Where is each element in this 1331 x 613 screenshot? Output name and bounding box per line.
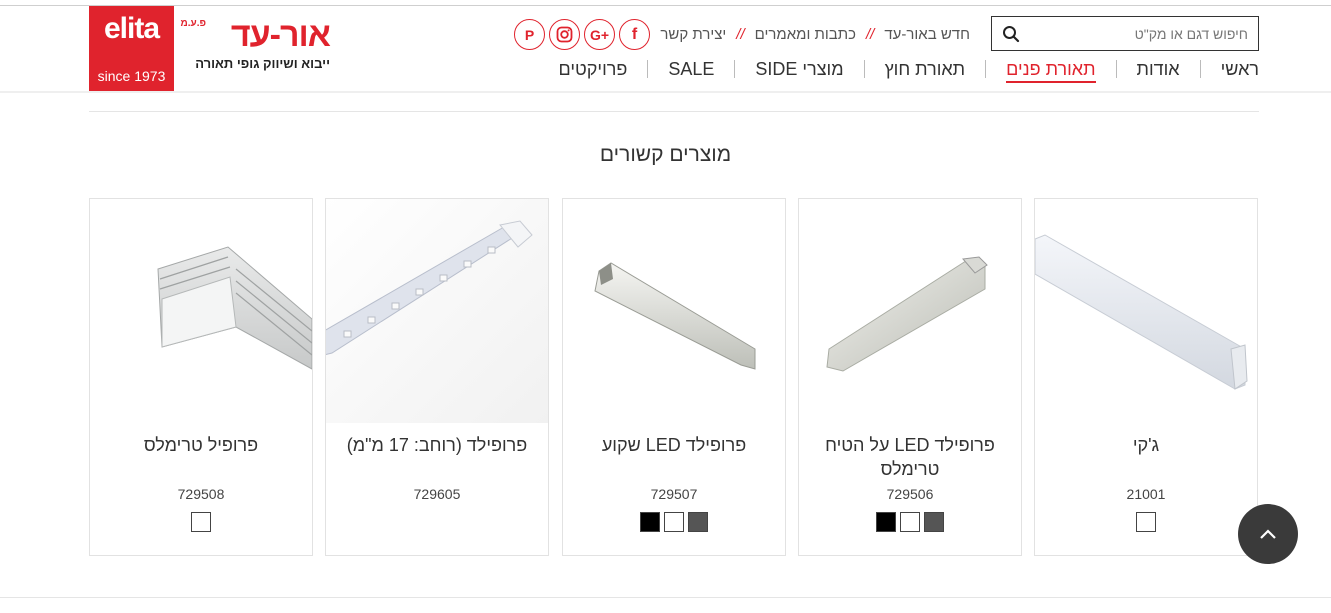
top-link-articles[interactable]: כתבות ומאמרים bbox=[755, 26, 856, 43]
content-divider bbox=[89, 111, 1259, 112]
color-swatch-black[interactable] bbox=[876, 512, 896, 532]
top-links: חדש באור-עד // כתבות ומאמרים // יצירת קש… bbox=[660, 26, 970, 43]
search-input[interactable] bbox=[1028, 17, 1258, 50]
product-image[interactable] bbox=[799, 199, 1021, 423]
product-image[interactable] bbox=[563, 199, 785, 423]
color-swatch-gray[interactable] bbox=[924, 512, 944, 532]
product-code: 729507 bbox=[650, 486, 698, 502]
nav-label: מוצרי SIDE bbox=[755, 59, 844, 79]
google-plus-icon[interactable]: G+ bbox=[584, 19, 615, 50]
nav-item-sale[interactable]: SALE bbox=[647, 60, 734, 78]
product-title[interactable]: ג'קי bbox=[1035, 433, 1257, 457]
color-swatches bbox=[799, 512, 1021, 532]
instagram-glyph bbox=[556, 26, 573, 43]
nav-label: אודות bbox=[1136, 59, 1180, 79]
color-swatch-white[interactable] bbox=[1136, 512, 1156, 532]
product-card[interactable]: פרופילד LED שקוע 729507 bbox=[562, 198, 786, 556]
color-swatch-black[interactable] bbox=[640, 512, 660, 532]
instagram-icon[interactable] bbox=[549, 19, 580, 50]
nav-label: פרויקטים bbox=[558, 59, 628, 79]
product-code: 21001 bbox=[1126, 486, 1166, 502]
pinterest-glyph: P bbox=[524, 26, 535, 43]
product-image[interactable] bbox=[90, 199, 312, 423]
nav-label: SALE bbox=[668, 59, 715, 79]
nav-item-about[interactable]: אודות bbox=[1115, 59, 1200, 79]
nav-item-home[interactable]: ראשי bbox=[1199, 59, 1259, 79]
chevron-up-icon bbox=[1260, 529, 1276, 539]
color-swatch-gray[interactable] bbox=[688, 512, 708, 532]
top-link-contact[interactable]: יצירת קשר bbox=[660, 26, 726, 43]
product-card[interactable]: ג'קי 21001 bbox=[1034, 198, 1258, 556]
product-code: 729506 bbox=[886, 486, 934, 502]
search-icon[interactable] bbox=[1002, 25, 1020, 43]
product-title[interactable]: פרופיל טרימלס bbox=[90, 433, 312, 457]
nav-item-projects[interactable]: פרויקטים bbox=[539, 60, 648, 78]
color-swatches bbox=[1035, 512, 1257, 532]
product-code: 729508 bbox=[177, 486, 225, 502]
or-ad-logo-tagline: ייבוא ושיווק גופי תאורה bbox=[195, 56, 330, 71]
nav-item-indoor-lighting[interactable]: תאורת פנים bbox=[985, 59, 1115, 83]
main-nav: ראשי אודות תאורת פנים תאורת חוץ מוצרי SI… bbox=[539, 59, 1259, 83]
or-ad-logo-small: פ.ע.מ bbox=[180, 18, 206, 29]
product-card[interactable]: פרופילד (רוחב: 17 מ"מ) 729605 bbox=[325, 198, 549, 556]
top-link-separator: // bbox=[866, 26, 875, 43]
color-swatches bbox=[90, 512, 312, 532]
nav-label: תאורת פנים bbox=[1006, 59, 1096, 83]
header-divider bbox=[0, 91, 1331, 93]
product-title[interactable]: פרופילד LED על הטיח טרימלס bbox=[799, 433, 1021, 481]
color-swatch-white[interactable] bbox=[191, 512, 211, 532]
search-box bbox=[991, 16, 1259, 51]
or-ad-logo[interactable]: אור-עד פ.ע.מ ייבוא ושיווק גופי תאורה bbox=[180, 14, 334, 78]
nav-item-side-products[interactable]: מוצרי SIDE bbox=[734, 60, 863, 78]
footer-divider bbox=[0, 597, 1331, 598]
pinterest-icon[interactable]: P bbox=[514, 19, 545, 50]
nav-label: תאורת חוץ bbox=[884, 59, 966, 79]
elita-brand-text: elita bbox=[103, 12, 160, 45]
product-card[interactable]: פרופיל טרימלס 729508 bbox=[89, 198, 313, 556]
product-image[interactable] bbox=[326, 199, 548, 423]
product-image[interactable] bbox=[1035, 199, 1257, 423]
elita-logo[interactable]: elita since 1973 bbox=[89, 6, 174, 91]
color-swatches bbox=[563, 512, 785, 532]
related-products-title: מוצרים קשורים bbox=[599, 143, 732, 166]
facebook-icon[interactable]: f bbox=[619, 19, 650, 50]
facebook-glyph: f bbox=[631, 25, 638, 43]
google-plus-glyph: G+ bbox=[589, 26, 610, 43]
product-title[interactable]: פרופילד LED שקוע bbox=[563, 433, 785, 457]
product-card[interactable]: פרופילד LED על הטיח טרימלס 729506 bbox=[798, 198, 1022, 556]
color-swatch-white[interactable] bbox=[900, 512, 920, 532]
elita-since-text: since 1973 bbox=[97, 68, 166, 84]
nav-item-outdoor-lighting[interactable]: תאורת חוץ bbox=[863, 59, 986, 79]
top-border bbox=[0, 5, 1331, 6]
color-swatch-white[interactable] bbox=[664, 512, 684, 532]
product-code: 729605 bbox=[413, 486, 461, 502]
back-to-top-button[interactable] bbox=[1238, 504, 1298, 564]
top-link-separator: // bbox=[736, 26, 745, 43]
nav-label: ראשי bbox=[1220, 59, 1259, 79]
or-ad-logo-name: אור-עד bbox=[230, 16, 331, 54]
top-link-news[interactable]: חדש באור-עד bbox=[884, 26, 970, 43]
product-title[interactable]: פרופילד (רוחב: 17 מ"מ) bbox=[326, 433, 548, 457]
